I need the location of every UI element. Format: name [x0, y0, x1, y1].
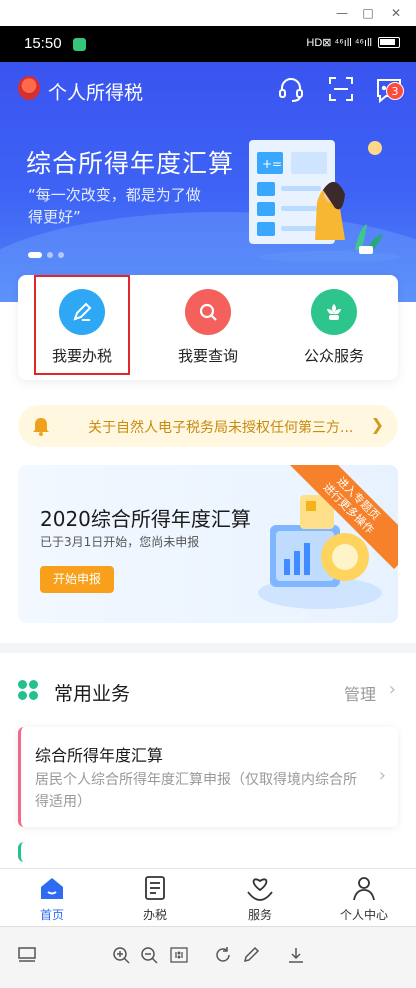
chevron-right-icon: ›: [378, 765, 386, 786]
business-item-title: 综合所得年度汇算: [35, 746, 164, 765]
document-icon: [115, 873, 195, 903]
chevron-right-icon: ❯: [370, 415, 384, 434]
viewer-toolbar: [0, 926, 416, 988]
bell-icon: [33, 418, 49, 436]
banner-illustration: +=: [249, 140, 400, 262]
carousel-dot[interactable]: [47, 252, 53, 258]
service-label: 公众服务: [303, 347, 364, 365]
nav-tax[interactable]: 办税: [115, 873, 195, 923]
download-icon[interactable]: [285, 945, 307, 967]
scan-icon[interactable]: [326, 74, 356, 104]
home-icon: [12, 873, 92, 903]
minimize-button[interactable]: —: [330, 4, 354, 22]
start-filing-button[interactable]: 开始申报: [40, 566, 114, 593]
signal-indicators: HD⊠ ⁴⁶ıll ⁴⁶ıll: [306, 37, 372, 49]
notification-app-icon: [73, 38, 86, 51]
battery-icon: [378, 37, 400, 48]
flower-icon: [311, 289, 357, 335]
business-item-annual[interactable]: 综合所得年度汇算 居民个人综合所得年度汇算申报（仅取得境内综合所得适用） ›: [18, 727, 398, 827]
nav-label: 服务: [247, 908, 272, 922]
status-bar: 15:50 HD⊠ ⁴⁶ıll ⁴⁶ıll: [0, 26, 416, 62]
close-button[interactable]: ✕: [384, 4, 408, 22]
person-icon: [324, 873, 404, 903]
carousel-dot-active[interactable]: [28, 252, 42, 258]
section-divider: [0, 643, 416, 653]
business-item-desc: 居民个人综合所得年度汇算申报（仅取得境内综合所得适用）: [35, 772, 357, 810]
layout-icon[interactable]: [16, 945, 38, 967]
zoom-in-icon[interactable]: [110, 945, 132, 967]
annual-card-title: 2020综合所得年度汇算: [40, 507, 251, 531]
annual-card-subtitle: 已于3月1日开始，您尚未申报: [40, 535, 200, 549]
manage-link[interactable]: 管理: [344, 681, 376, 705]
nav-label: 首页: [39, 908, 64, 922]
maximize-button[interactable]: □: [356, 4, 380, 22]
bottom-nav: 首页 办税 服务 个人中心: [0, 868, 416, 926]
hero-banner[interactable]: 个人所得税 3 综合所得年度汇算 “每一次改变，都是为了做得更好” +=: [0, 62, 416, 302]
message-count-badge: 3: [386, 82, 404, 100]
clover-icon: [18, 680, 38, 700]
banner-title: 综合所得年度汇算: [26, 149, 235, 178]
carousel-dot[interactable]: [58, 252, 64, 258]
annual-settlement-card[interactable]: 2020综合所得年度汇算 已于3月1日开始，您尚未申报 开始申报 进入专题页 进…: [18, 465, 398, 623]
common-business-title: 常用业务: [54, 683, 131, 705]
common-business-header: 常用业务 管理 ›: [0, 665, 416, 719]
heart-hand-icon: [220, 873, 300, 903]
nav-label: 个人中心: [339, 908, 388, 922]
carousel-dots[interactable]: [28, 252, 64, 258]
status-time: 15:50: [24, 35, 62, 52]
notice-text: 关于自然人电子税务局未授权任何第三方...: [88, 420, 354, 436]
notice-bar[interactable]: 关于自然人电子税务局未授权任何第三方... ❯: [18, 405, 398, 447]
message-icon[interactable]: 3: [374, 74, 414, 104]
business-item-partial[interactable]: [18, 842, 398, 862]
svg-text:+=: +=: [262, 157, 282, 171]
app-title: 个人所得税: [48, 82, 144, 104]
service-label: 我要查询: [177, 347, 238, 365]
zoom-out-icon[interactable]: [138, 945, 160, 967]
selection-highlight: [34, 275, 130, 375]
nav-service[interactable]: 服务: [220, 873, 300, 923]
status-indicators: HD⊠ ⁴⁶ıll ⁴⁶ıll: [306, 36, 400, 49]
tax-logo-icon: [18, 76, 40, 100]
nav-profile[interactable]: 个人中心: [324, 873, 404, 923]
rotate-icon[interactable]: [212, 945, 234, 967]
nav-label: 办税: [142, 908, 167, 922]
window-titlebar: — □ ✕: [0, 0, 416, 26]
service-public[interactable]: 公众服务: [284, 289, 384, 366]
edit-icon[interactable]: [240, 945, 262, 967]
banner-subtitle: “每一次改变，都是为了做得更好”: [28, 186, 201, 226]
service-query[interactable]: 我要查询: [158, 289, 258, 366]
headset-icon[interactable]: [276, 74, 306, 104]
chevron-right-icon[interactable]: ›: [389, 679, 396, 700]
actual-size-icon[interactable]: [168, 945, 190, 967]
nav-home[interactable]: 首页: [12, 873, 92, 923]
search-icon: [185, 289, 231, 335]
